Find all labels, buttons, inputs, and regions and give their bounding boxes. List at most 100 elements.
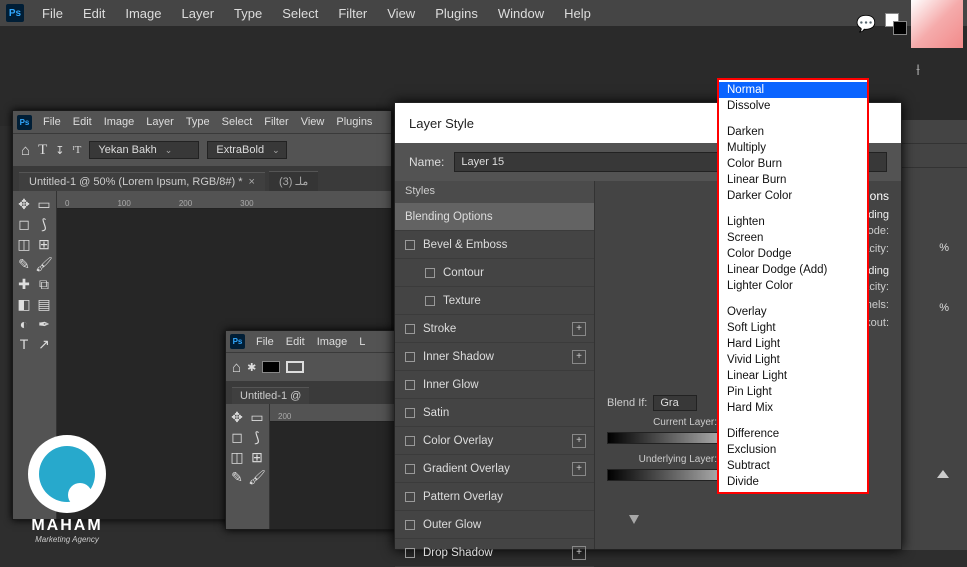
nmenu-filter[interactable]: Filter: [259, 115, 293, 129]
style-row-contour[interactable]: Contour: [395, 259, 594, 287]
blend-mode-option-normal[interactable]: Normal: [719, 82, 867, 98]
document-tab-2[interactable]: (3) ملـ: [269, 171, 318, 191]
stroke-swatch-icon[interactable]: [286, 361, 304, 373]
menu-edit[interactable]: Edit: [75, 4, 113, 23]
font-family-select[interactable]: Yekan Bakh: [89, 141, 199, 159]
blend-mode-option-divide[interactable]: Divide: [719, 474, 867, 490]
brush-settings-icon[interactable]: ⟊: [903, 56, 933, 86]
blend-mode-dropdown[interactable]: NormalDissolve DarkenMultiplyColor Burn Li…: [717, 78, 869, 494]
menu-image[interactable]: Image: [117, 4, 169, 23]
home-icon[interactable]: ⌂: [21, 142, 30, 159]
menu-select[interactable]: Select: [274, 4, 326, 23]
style-row-satin[interactable]: Satin: [395, 399, 594, 427]
blend-mode-option-screen[interactable]: Screen: [719, 230, 867, 246]
style-row-drop-shadow[interactable]: Drop Shadow+: [395, 539, 594, 567]
nmenu-file[interactable]: File: [38, 115, 66, 129]
menu-view[interactable]: View: [379, 4, 423, 23]
nested2-canvas[interactable]: 200: [270, 404, 399, 529]
blend-mode-option-dissolve[interactable]: Dissolve: [719, 98, 867, 114]
clone-tool-icon[interactable]: ⧉: [35, 275, 53, 293]
add-effect-icon[interactable]: +: [572, 546, 586, 560]
blend-mode-option-soft-light[interactable]: Soft Light: [719, 320, 867, 336]
n2menu-image[interactable]: Image: [312, 335, 353, 349]
checkbox[interactable]: [405, 520, 415, 530]
type-tool-icon[interactable]: T: [38, 142, 47, 159]
blend-mode-option-hard-light[interactable]: Hard Light: [719, 336, 867, 352]
dodge-tool-icon[interactable]: ◐: [15, 315, 33, 333]
blend-mode-option-vivid-light[interactable]: Vivid Light: [719, 352, 867, 368]
menu-plugins[interactable]: Plugins: [427, 4, 486, 23]
checkbox[interactable]: [405, 352, 415, 362]
orientation-icon[interactable]: ↧: [55, 144, 64, 157]
add-effect-icon[interactable]: +: [572, 322, 586, 336]
foreground-background-swatch[interactable]: [885, 13, 907, 35]
eyedropper-tool-icon[interactable]: ✎: [15, 255, 33, 273]
checkbox[interactable]: [405, 492, 415, 502]
nmenu-select[interactable]: Select: [217, 115, 258, 129]
blend-mode-option-darker-color[interactable]: Darker Color: [719, 188, 867, 204]
checkbox[interactable]: [405, 240, 415, 250]
menu-window[interactable]: Window: [490, 4, 552, 23]
nmenu-type[interactable]: Type: [181, 115, 215, 129]
comment-icon[interactable]: 💬: [851, 9, 881, 39]
menu-file[interactable]: File: [34, 4, 71, 23]
menu-layer[interactable]: Layer: [174, 4, 223, 23]
menu-help[interactable]: Help: [556, 4, 599, 23]
lasso-tool-icon[interactable]: ⟆: [35, 215, 53, 233]
blendif-select[interactable]: Gra: [653, 395, 697, 411]
font-weight-select[interactable]: ExtraBold: [207, 141, 287, 159]
eraser-tool-icon[interactable]: ◧: [15, 295, 33, 313]
slider-thumb-icon[interactable]: [937, 470, 949, 478]
nmenu-image[interactable]: Image: [99, 115, 140, 129]
style-row-gradient-overlay[interactable]: Gradient Overlay+: [395, 455, 594, 483]
healing-tool-icon[interactable]: ✚: [15, 275, 33, 293]
fill-swatch-icon[interactable]: [262, 361, 280, 373]
crop-tool-icon[interactable]: ◫: [228, 448, 246, 466]
marquee-tool-icon[interactable]: ◻: [228, 428, 246, 446]
marquee-tool-icon[interactable]: ◻: [15, 215, 33, 233]
blend-mode-option-difference[interactable]: Difference: [719, 426, 867, 442]
lasso-tool-icon[interactable]: ⟆: [248, 428, 266, 446]
artboard-tool-icon[interactable]: ▭: [248, 408, 266, 426]
settings-icon[interactable]: ✱: [247, 361, 256, 374]
nmenu-layer[interactable]: Layer: [141, 115, 179, 129]
menu-type[interactable]: Type: [226, 4, 270, 23]
add-effect-icon[interactable]: +: [572, 462, 586, 476]
color-preview[interactable]: [911, 0, 963, 48]
style-row-bevel-emboss[interactable]: Bevel & Emboss: [395, 231, 594, 259]
blend-mode-option-darken[interactable]: Darken: [719, 124, 867, 140]
style-row-color-overlay[interactable]: Color Overlay+: [395, 427, 594, 455]
blend-mode-option-hard-mix[interactable]: Hard Mix: [719, 400, 867, 416]
blend-mode-option-lighten[interactable]: Lighten: [719, 214, 867, 230]
gradient-tool-icon[interactable]: ▤: [35, 295, 53, 313]
blend-mode-option-multiply[interactable]: Multiply: [719, 140, 867, 156]
n2menu-file[interactable]: File: [251, 335, 279, 349]
eyedropper-tool-icon[interactable]: ✎: [228, 468, 246, 486]
checkbox[interactable]: [405, 324, 415, 334]
blend-mode-option-color-burn[interactable]: Color Burn: [719, 156, 867, 172]
blend-mode-option-overlay[interactable]: Overlay: [719, 304, 867, 320]
blend-mode-option-color-dodge[interactable]: Color Dodge: [719, 246, 867, 262]
n2menu-l[interactable]: L: [354, 335, 370, 349]
frame-tool-icon[interactable]: ⊞: [248, 448, 266, 466]
type-tool-icon[interactable]: T: [15, 335, 33, 353]
nmenu-view[interactable]: View: [296, 115, 330, 129]
checkbox[interactable]: [405, 548, 415, 558]
checkbox[interactable]: [425, 296, 435, 306]
blend-mode-option-pin-light[interactable]: Pin Light: [719, 384, 867, 400]
blend-mode-option-lighter-color[interactable]: Lighter Color: [719, 278, 867, 294]
style-row-stroke[interactable]: Stroke+: [395, 315, 594, 343]
blend-mode-option-linear-light[interactable]: Linear Light: [719, 368, 867, 384]
path-tool-icon[interactable]: ↗: [35, 335, 53, 353]
document-tab-1[interactable]: Untitled-1 @ 50% (Lorem Ipsum, RGB/8#) *…: [19, 172, 265, 191]
style-row-pattern-overlay[interactable]: Pattern Overlay: [395, 483, 594, 511]
crop-tool-icon[interactable]: ◫: [15, 235, 33, 253]
frame-tool-icon[interactable]: ⊞: [35, 235, 53, 253]
home-icon[interactable]: ⌂: [232, 359, 241, 376]
style-row-blending-options[interactable]: Blending Options: [395, 203, 594, 231]
blend-mode-option-linear-dodge-add-[interactable]: Linear Dodge (Add): [719, 262, 867, 278]
pen-tool-icon[interactable]: ✒: [35, 315, 53, 333]
add-effect-icon[interactable]: +: [572, 434, 586, 448]
style-row-outer-glow[interactable]: Outer Glow: [395, 511, 594, 539]
blend-mode-option-subtract[interactable]: Subtract: [719, 458, 867, 474]
